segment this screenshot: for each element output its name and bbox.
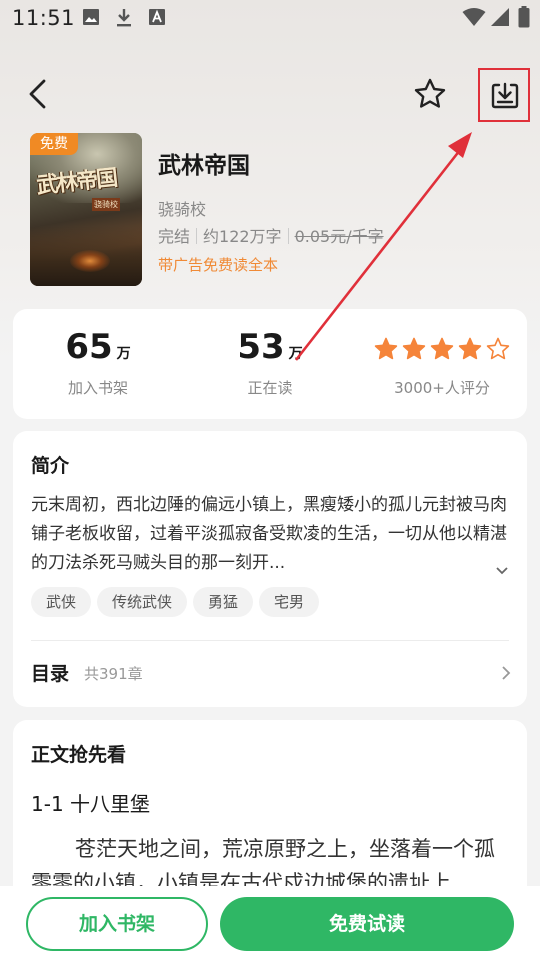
status-time: 11:51	[12, 6, 76, 30]
star-filled-icon	[430, 337, 454, 360]
add-to-shelf-button[interactable]: 加入书架	[26, 897, 208, 951]
book-meta: 完结 约122万字 0.05元/千字	[158, 223, 384, 247]
star-outline-icon[interactable]	[413, 77, 449, 113]
tag-chip[interactable]: 传统武侠	[97, 587, 188, 617]
divider	[31, 640, 509, 641]
back-arrow-icon[interactable]	[20, 76, 56, 112]
rating-stars	[357, 337, 527, 361]
preview-title: 正文抢先看	[31, 744, 127, 766]
book-cover[interactable]: 武林帝国 骁骑校	[30, 133, 142, 286]
book-author[interactable]: 骁骑校	[158, 196, 206, 220]
meta-divider	[196, 228, 198, 244]
battery-icon	[518, 6, 530, 32]
free-read-button[interactable]: 免费试读	[220, 897, 514, 951]
chevron-right-icon	[501, 665, 511, 685]
wifi-icon	[462, 7, 486, 31]
top-bar	[0, 62, 540, 128]
tag-chip[interactable]: 武侠	[31, 587, 92, 617]
book-status: 完结	[158, 227, 191, 246]
toc-count: 共391章	[84, 665, 143, 683]
bottom-bar: 加入书架 免费试读	[0, 886, 540, 960]
tag-list: 武侠 传统武侠 勇猛 宅男	[31, 587, 511, 617]
status-bar: 11:51	[0, 0, 540, 38]
stat-reading-unit: 万	[288, 346, 303, 362]
download-icon	[115, 8, 133, 32]
meta-divider	[287, 228, 289, 244]
tag-chip[interactable]: 勇猛	[193, 587, 254, 617]
book-title: 武林帝国	[158, 153, 250, 179]
toc-row[interactable]: 目录 共391章	[13, 643, 527, 703]
book-price: 0.05元/千字	[294, 227, 384, 246]
stat-reading-number: 53 万	[185, 327, 355, 367]
expand-chevron-icon[interactable]	[495, 561, 509, 580]
stat-reading-label: 正在读	[247, 379, 293, 397]
star-filled-icon	[402, 337, 426, 360]
star-filled-icon	[458, 337, 482, 360]
download-button[interactable]	[478, 68, 530, 122]
star-filled-icon	[374, 337, 398, 360]
book-promo: 带广告免费读全本	[158, 256, 279, 274]
cover-author-art: 骁骑校	[92, 198, 120, 211]
font-a-icon	[148, 8, 166, 30]
stat-rating-label: 3000+人评分	[394, 379, 490, 397]
download-tray-icon	[491, 82, 519, 109]
star-empty-icon	[486, 337, 510, 360]
tag-chip[interactable]: 宅男	[259, 587, 320, 617]
stat-shelf-label: 加入书架	[67, 379, 128, 397]
stat-shelf-number: 65 万	[13, 327, 183, 367]
book-word-count: 约122万字	[203, 227, 282, 246]
stat-shelf-unit: 万	[116, 346, 131, 362]
toc-label: 目录	[31, 663, 70, 685]
intro-title: 简介	[31, 455, 70, 477]
free-badge: 免费	[30, 133, 78, 155]
intro-text[interactable]: 元末周初，西北边陲的偏远小镇上，黑瘦矮小的孤儿元封被马肉铺子老板收留，过着平淡孤…	[31, 491, 515, 578]
stats-card: 65 万 加入书架 53 万 正在读 3000+人评分	[13, 309, 527, 419]
intro-card: 简介 元末周初，西北边陲的偏远小镇上，黑瘦矮小的孤儿元封被马肉铺子老板收留，过着…	[13, 431, 527, 707]
stat-shelf-value: 65	[65, 327, 113, 367]
chapter-title: 1-1 十八里堡	[31, 792, 151, 816]
annotation-arrow-head	[448, 132, 472, 158]
signal-icon	[490, 7, 510, 31]
cover-fire	[70, 250, 110, 272]
stat-reading-value: 53	[237, 327, 285, 367]
image-icon	[82, 8, 100, 30]
